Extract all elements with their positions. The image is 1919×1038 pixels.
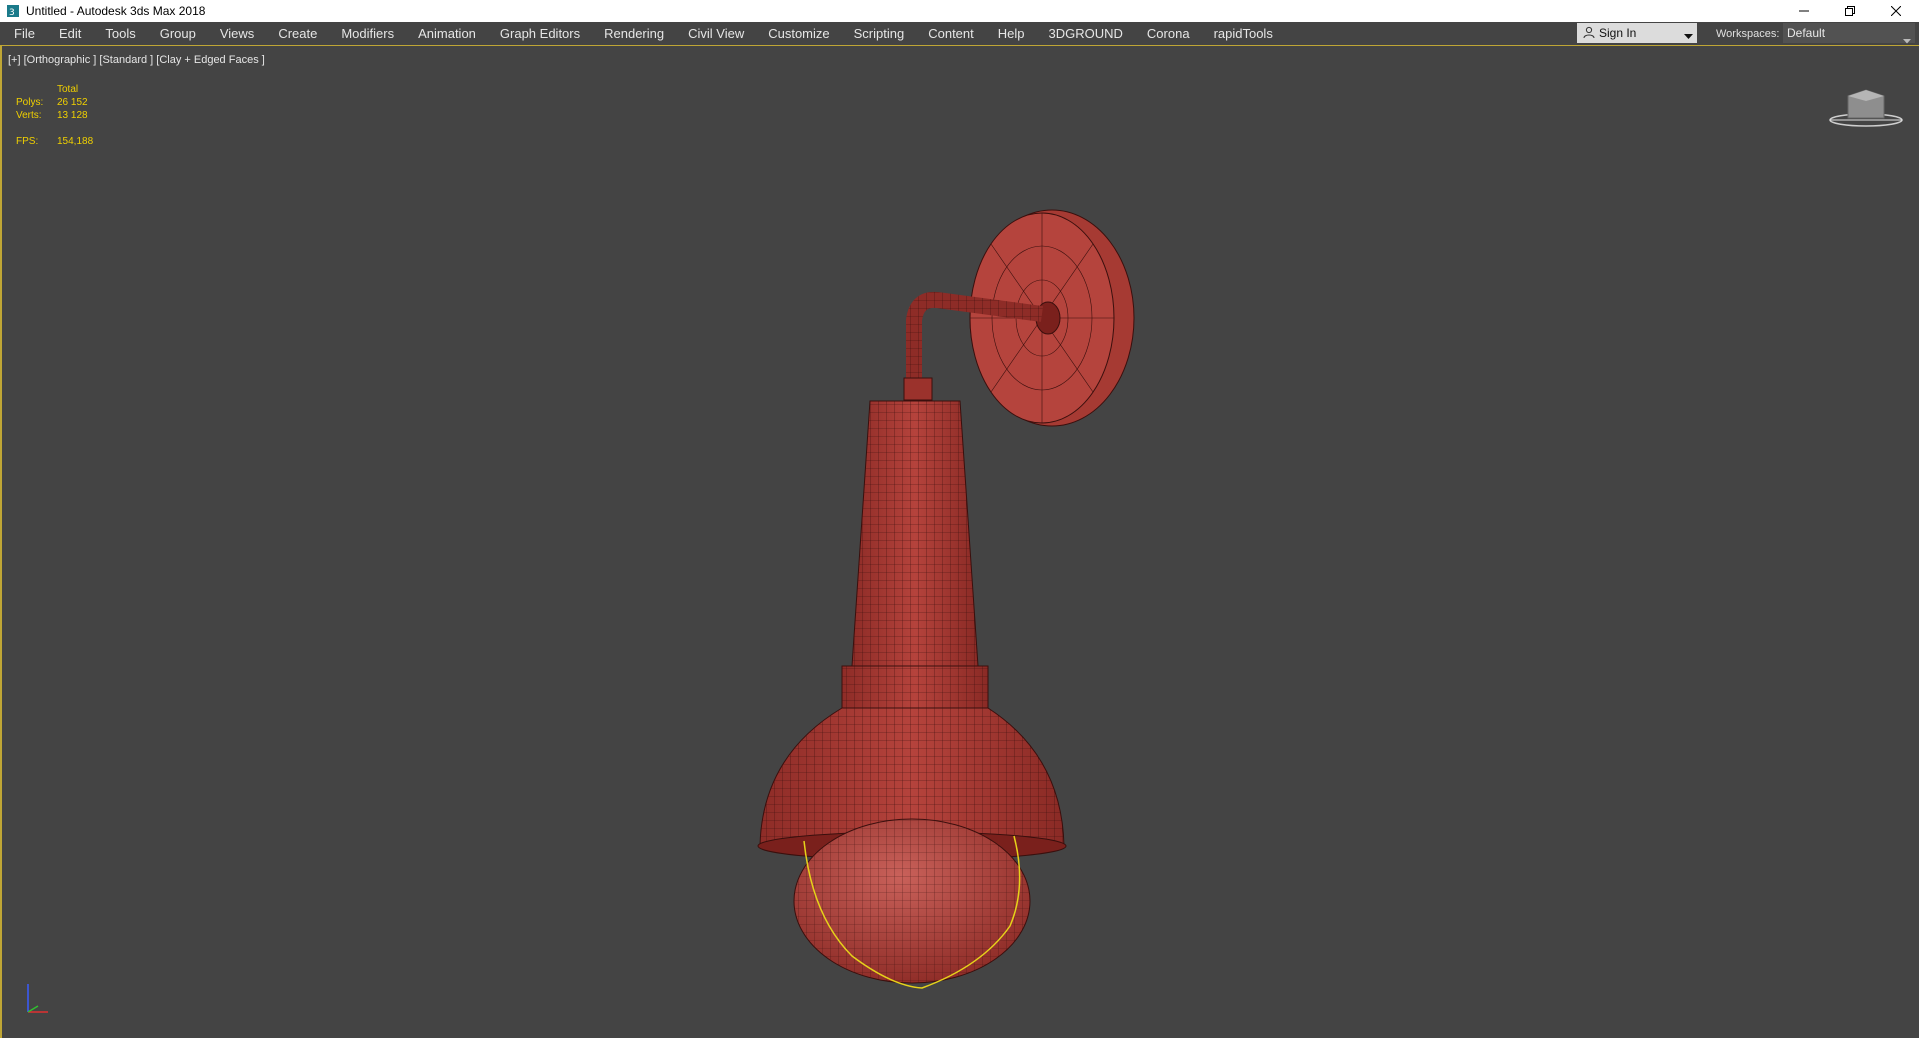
fps-label: FPS: bbox=[16, 136, 39, 147]
polys-value: 26 152 bbox=[57, 97, 88, 108]
menu-civil-view[interactable]: Civil View bbox=[676, 22, 756, 45]
workspaces-value: Default bbox=[1787, 26, 1826, 40]
viewport-label-menu[interactable]: [+] [Orthographic ] [Standard ] [Clay + … bbox=[8, 54, 265, 66]
menu-file[interactable]: File bbox=[0, 22, 47, 45]
axis-tripod-icon bbox=[24, 978, 54, 1021]
perspective-viewport[interactable]: [+] [Orthographic ] [Standard ] [Clay + … bbox=[0, 46, 1919, 1038]
chevron-down-icon bbox=[1684, 29, 1693, 43]
svg-text:3: 3 bbox=[9, 8, 15, 18]
menu-group[interactable]: Group bbox=[148, 22, 208, 45]
sign-in-label: Sign In bbox=[1599, 26, 1637, 40]
polys-label: Polys: bbox=[16, 97, 44, 108]
menu-3dground[interactable]: 3DGROUND bbox=[1037, 22, 1135, 45]
menu-help[interactable]: Help bbox=[986, 22, 1037, 45]
verts-value: 13 128 bbox=[57, 110, 88, 121]
close-button[interactable] bbox=[1873, 0, 1919, 22]
fps-value: 154,188 bbox=[57, 136, 94, 147]
close-icon bbox=[1891, 6, 1901, 16]
menu-create[interactable]: Create bbox=[266, 22, 329, 45]
verts-label: Verts: bbox=[16, 110, 42, 121]
3dsmax-logo-icon: 3 bbox=[6, 4, 20, 18]
menu-graph-editors[interactable]: Graph Editors bbox=[488, 22, 592, 45]
viewcube[interactable] bbox=[1826, 82, 1906, 135]
menu-animation[interactable]: Animation bbox=[406, 22, 488, 45]
workspaces-select[interactable]: Default bbox=[1783, 23, 1915, 44]
menu-modifiers[interactable]: Modifiers bbox=[329, 22, 406, 45]
window-title: Untitled - Autodesk 3ds Max 2018 bbox=[26, 4, 206, 18]
user-icon bbox=[1583, 26, 1595, 41]
stats-header: Total bbox=[57, 84, 79, 95]
sign-in-dropdown[interactable]: Sign In bbox=[1577, 23, 1697, 43]
menu-rapidtools[interactable]: rapidTools bbox=[1202, 22, 1285, 45]
workspaces-label: Workspaces: bbox=[1716, 28, 1780, 40]
restore-button[interactable] bbox=[1827, 0, 1873, 22]
lamp-3d-model[interactable] bbox=[742, 196, 1182, 999]
menu-views[interactable]: Views bbox=[208, 22, 266, 45]
menu-customize[interactable]: Customize bbox=[756, 22, 841, 45]
menu-content[interactable]: Content bbox=[916, 22, 986, 45]
minimize-icon bbox=[1799, 10, 1809, 12]
menu-tools[interactable]: Tools bbox=[93, 22, 147, 45]
menu-edit[interactable]: Edit bbox=[47, 22, 93, 45]
menu-corona[interactable]: Corona bbox=[1135, 22, 1202, 45]
restore-icon bbox=[1845, 6, 1855, 16]
title-bar: 3 Untitled - Autodesk 3ds Max 2018 bbox=[0, 0, 1919, 22]
menu-scripting[interactable]: Scripting bbox=[842, 22, 917, 45]
menu-rendering[interactable]: Rendering bbox=[592, 22, 676, 45]
minimize-button[interactable] bbox=[1781, 0, 1827, 22]
